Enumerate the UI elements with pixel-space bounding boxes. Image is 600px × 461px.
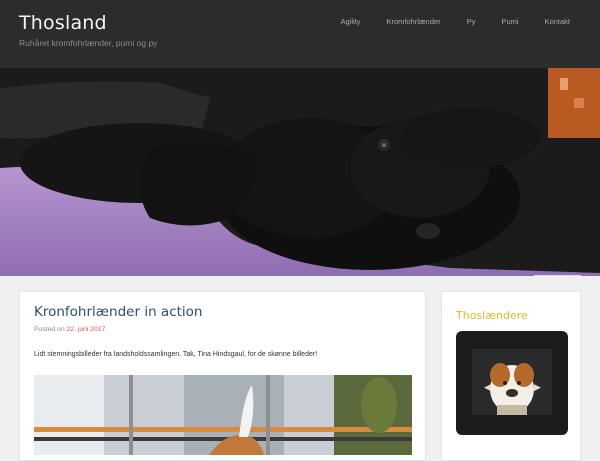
post-meta: Posted on 22. juni 2017 xyxy=(34,326,105,333)
arrow-right-icon[interactable]: ▶ xyxy=(534,382,541,393)
widget-title: Thoslændere xyxy=(456,309,528,322)
nav-item-kontakt[interactable]: Kontakt xyxy=(545,17,570,26)
nav-item-py[interactable]: Py xyxy=(467,17,476,26)
nav-item-pumi[interactable]: Pumi xyxy=(501,17,518,26)
nav-item-kromfohrlaender[interactable]: Kromfohrlænder xyxy=(387,17,441,26)
arrow-left-icon[interactable]: ◀ xyxy=(484,382,491,393)
site-description: Ruhåret kromfohrlænder, pumi og py xyxy=(19,38,158,48)
site-header: Thosland Ruhåret kromfohrlænder, pumi og… xyxy=(0,0,600,68)
agility-photo xyxy=(34,375,412,455)
sidebar-widget: Thoslændere ◀ ▶ xyxy=(441,291,581,461)
hero-dog-photo xyxy=(0,68,600,276)
site-title[interactable]: Thosland xyxy=(19,12,107,34)
post-article: Kronfohrlænder in action Posted on 22. j… xyxy=(19,291,426,461)
post-photo[interactable] xyxy=(34,375,412,455)
hero-banner: PY xyxy=(0,68,600,276)
image-slider[interactable]: ◀ ▶ xyxy=(456,331,568,435)
main-navigation: Agility Kromfohrlænder Py Pumi Kontakt xyxy=(314,17,570,26)
nav-item-agility[interactable]: Agility xyxy=(340,17,360,26)
post-excerpt: Lidt stemningsbilleder fra landsholdssam… xyxy=(34,351,318,358)
post-meta-prefix: Posted on xyxy=(34,326,65,333)
post-date-link[interactable]: 22. juni 2017 xyxy=(67,326,106,333)
hero-badge[interactable]: PY xyxy=(534,275,581,276)
post-title[interactable]: Kronfohrlænder in action xyxy=(34,304,202,320)
